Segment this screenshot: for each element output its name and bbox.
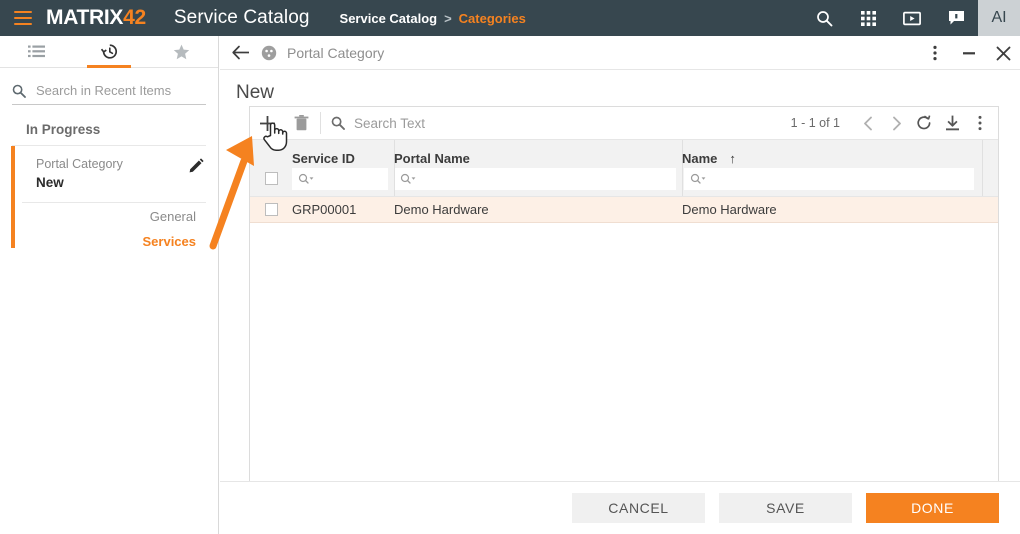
close-icon[interactable] [986,36,1020,70]
breadcrumb-separator: > [444,10,452,26]
filter-cell-service-id [292,167,388,190]
sidebar-subitem-general[interactable]: General [22,203,206,226]
cell-service-id: GRP00001 [292,202,357,217]
sidebar-subitem-services[interactable]: Services [22,226,206,251]
filter-input-name[interactable] [684,167,974,190]
application-window: MATRIX 42 Service Catalog Service Catalog… [0,0,1020,534]
portal-category-icon [261,45,277,61]
sidebar-search-container [0,68,218,105]
grid-header: Service ID Portal Name Name ↑ [250,140,998,196]
sidebar-search-input[interactable] [34,82,206,99]
matrix42-logo: MATRIX 42 [46,6,146,30]
video-icon[interactable] [890,0,934,36]
active-item-indicator [11,146,15,248]
done-button[interactable]: DONE [866,493,999,523]
pencil-icon[interactable] [189,158,204,178]
portal-category-dialog: Portal Category New Search Text 1 - 1 of… [220,36,1020,534]
grid-toolbar: 1 - 1 of 1 [250,107,998,140]
left-sidebar: In Progress Portal Category New General … [0,36,219,534]
cell-portal-name: Demo Hardware [394,202,489,217]
grid-filter-row [250,166,998,196]
dialog-header: Portal Category [220,36,1020,70]
dialog-title: Portal Category [287,44,385,61]
top-navigation-bar: MATRIX 42 Service Catalog Service Catalog… [0,0,1020,36]
filter-search-icon [400,173,418,185]
column-divider[interactable] [394,140,395,196]
refresh-icon[interactable] [910,107,938,139]
sidebar-tab-list[interactable] [0,36,73,67]
trash-icon[interactable] [284,107,318,139]
select-all-checkbox-cell [250,172,292,185]
recent-item-type: Portal Category [36,157,123,171]
minimize-icon[interactable] [952,36,986,70]
row-checkbox[interactable] [264,203,278,216]
filter-search-icon [298,173,316,185]
grid-header-labels: Service ID Portal Name Name ↑ [250,140,998,166]
table-row[interactable]: GRP00001 Demo Hardware Demo Hardware [250,196,998,223]
more-vertical-icon[interactable] [966,107,994,139]
dialog-footer: CANCEL SAVE DONE [220,481,1020,534]
top-bar-icon-group: AI [802,0,1020,36]
plus-icon[interactable] [250,107,284,139]
sidebar-tab-recent-items[interactable] [73,36,146,68]
filter-input-service-id[interactable] [292,167,388,190]
toolbar-divider [320,112,321,134]
brand-name-text: MATRIX [46,6,124,29]
sidebar-item-portal-category[interactable]: Portal Category New [22,146,206,203]
chat-icon[interactable] [934,0,978,36]
select-all-checkbox[interactable] [264,172,278,185]
cell-name: Demo Hardware [682,202,777,217]
brand-suffix-text: 42 [123,6,146,29]
column-header-service-id[interactable]: Service ID [292,151,394,166]
breadcrumb-root[interactable]: Service Catalog [340,11,438,26]
chevron-left-icon[interactable] [854,107,882,139]
cancel-button[interactable]: CANCEL [572,493,705,523]
pagination-info: 1 - 1 of 1 [790,116,840,130]
download-icon[interactable] [938,107,966,139]
window-controls [918,36,1020,70]
save-button[interactable]: SAVE [719,493,852,523]
search-icon [12,84,26,98]
services-grid: 1 - 1 of 1 [249,106,999,502]
column-header-name[interactable]: Name ↑ [682,151,982,166]
search-icon [331,116,345,130]
breadcrumb: Service Catalog > Categories [340,11,526,26]
sidebar-tab-favorites[interactable] [145,36,218,67]
sidebar-recent-group: Portal Category New General Services [0,146,218,251]
grid-toolbar-right: 1 - 1 of 1 [791,107,994,139]
sort-ascending-icon[interactable]: ↑ [729,151,736,166]
filter-input-portal-name[interactable] [394,167,676,190]
recent-item-name: New [36,175,64,190]
column-divider[interactable] [682,140,683,196]
column-divider[interactable] [982,140,983,196]
hamburger-menu-icon[interactable] [14,11,34,25]
grid-body: GRP00001 Demo Hardware Demo Hardware [250,196,998,223]
row-checkbox-cell [250,203,292,216]
filter-search-icon [690,173,708,185]
application-title: Service Catalog [173,7,310,28]
back-arrow-icon[interactable] [232,45,250,60]
grid-search-input[interactable] [352,114,652,132]
apps-grid-icon[interactable] [846,0,890,36]
search-icon[interactable] [802,0,846,36]
filter-cell-name [684,167,974,190]
filter-cell-portal-name [394,167,676,190]
sidebar-tab-bar [0,36,218,68]
column-header-portal-name[interactable]: Portal Name [394,151,682,166]
user-avatar[interactable]: AI [978,0,1020,36]
column-header-name-label: Name [682,151,718,166]
breadcrumb-current[interactable]: Categories [459,11,526,26]
sidebar-section-title: In Progress [12,105,206,146]
chevron-right-icon[interactable] [882,107,910,139]
more-vertical-icon[interactable] [918,36,952,70]
grid-search-container [331,114,791,132]
